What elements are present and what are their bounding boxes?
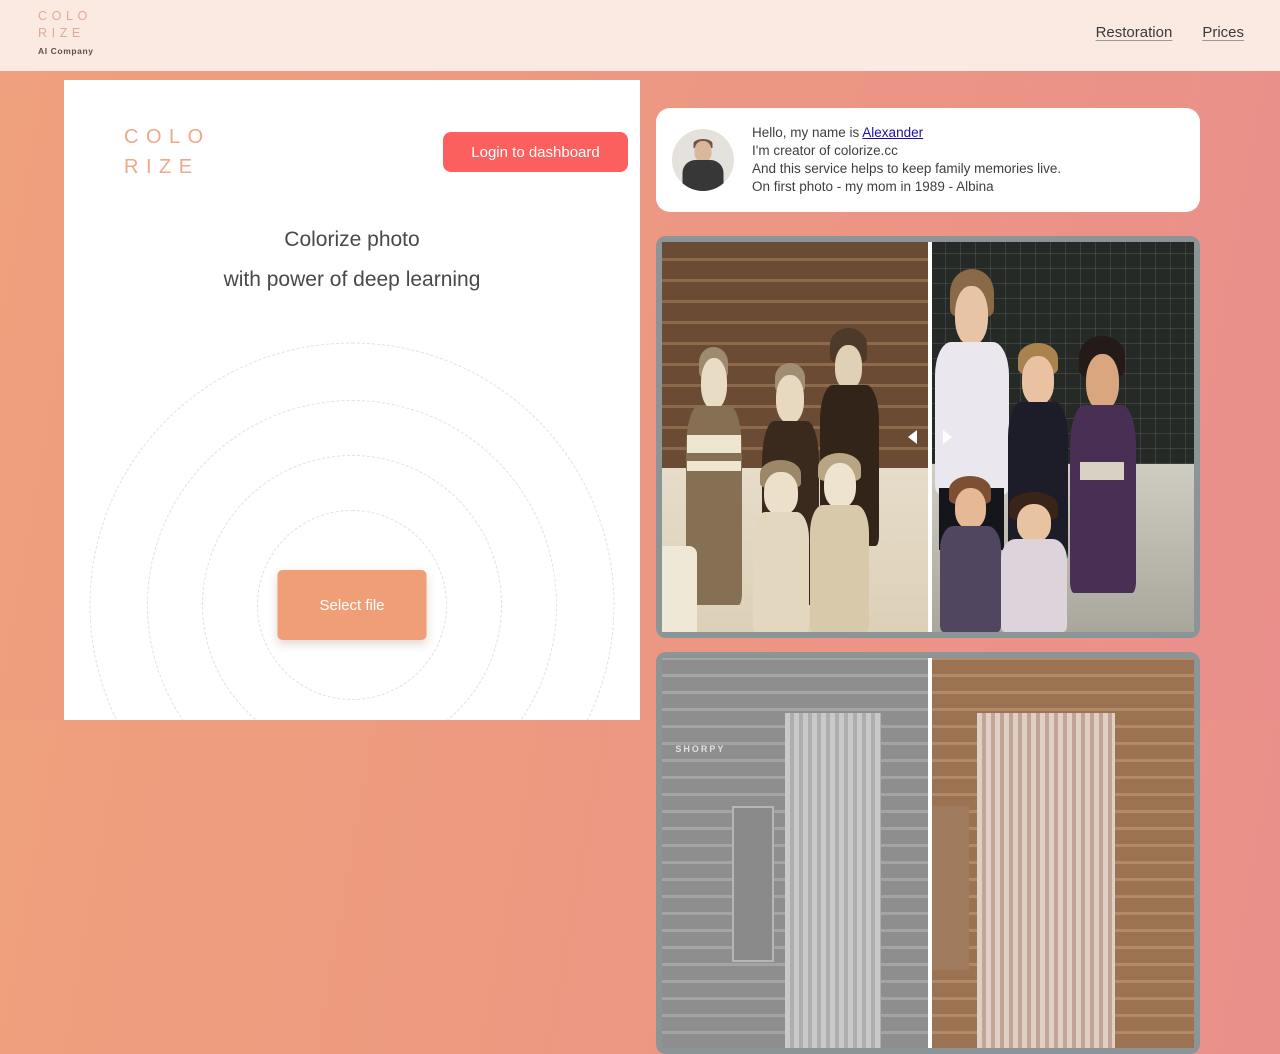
testimonial-line-2: I'm creator of colorize.cc: [752, 143, 898, 158]
avatar-head-shape: [694, 141, 712, 162]
testimonial-card: Hello, my name is Alexander I'm creator …: [656, 108, 1200, 212]
right-column: Hello, my name is Alexander I'm creator …: [656, 108, 1200, 1054]
login-to-dashboard-button[interactable]: Login to dashboard: [443, 132, 628, 172]
headline-line-1: Colorize photo: [284, 228, 420, 251]
figure-color-purple-sweater: [1069, 335, 1136, 593]
figure-color-front-girl-1: [940, 476, 1001, 632]
panel-logo: COLO RIZE: [124, 122, 211, 182]
brand-line-2: RIZE: [38, 26, 85, 40]
site-header: COLO RIZE AI Company Restoration Prices: [0, 0, 1280, 71]
avatar: [672, 129, 734, 191]
chevron-left-icon: [907, 430, 917, 444]
site-brand: COLO RIZE AI Company: [38, 8, 94, 56]
figure-color-front-girl-2: [1000, 491, 1068, 632]
photo-frame-2: SHORPY: [662, 658, 1194, 1048]
main-navigation: Restoration Prices: [1096, 24, 1244, 41]
file-dropzone[interactable]: Select file: [64, 270, 640, 720]
upload-panel: COLO RIZE Login to dashboard Colorize ph…: [64, 80, 640, 720]
before-image-sepia: [662, 242, 930, 632]
figure-front-2: [809, 452, 871, 632]
select-file-button[interactable]: Select file: [277, 570, 427, 640]
author-link[interactable]: Alexander: [862, 125, 923, 140]
panel-logo-line-1: COLO: [124, 126, 211, 148]
brand-line-1: COLO: [38, 9, 92, 23]
before-image-bw: SHORPY: [662, 658, 930, 1048]
comparison-slider-class-photo[interactable]: [656, 236, 1200, 638]
testimonial-line-1: Hello, my name is Alexander: [752, 124, 1061, 142]
brand-subtitle: AI Company: [38, 46, 94, 56]
comparison-slider-handle[interactable]: [907, 424, 952, 450]
figure-front-1: [750, 460, 812, 632]
testimonial-greeting: Hello, my name is: [752, 125, 863, 140]
photo-frame: [662, 242, 1194, 632]
panel-logo-line-2: RIZE: [124, 156, 200, 178]
after-image-colorized: [929, 242, 1194, 632]
testimonial-line-4: On first photo - my mom in 1989 - Albina: [752, 179, 994, 194]
nav-link-prices[interactable]: Prices: [1202, 24, 1244, 41]
comparison-slider-bar-2[interactable]: [927, 658, 932, 1048]
comparison-slider-room-photo[interactable]: SHORPY: [656, 652, 1200, 1054]
nav-link-restoration[interactable]: Restoration: [1096, 24, 1173, 41]
chevron-right-icon: [942, 430, 952, 444]
testimonial-line-3: And this service helps to keep family me…: [752, 161, 1062, 176]
photo-watermark: SHORPY: [675, 743, 726, 754]
testimonial-text: Hello, my name is Alexander I'm creator …: [752, 124, 1061, 196]
avatar-body-shape: [682, 160, 724, 191]
after-image-colorized-2: [929, 658, 1194, 1048]
